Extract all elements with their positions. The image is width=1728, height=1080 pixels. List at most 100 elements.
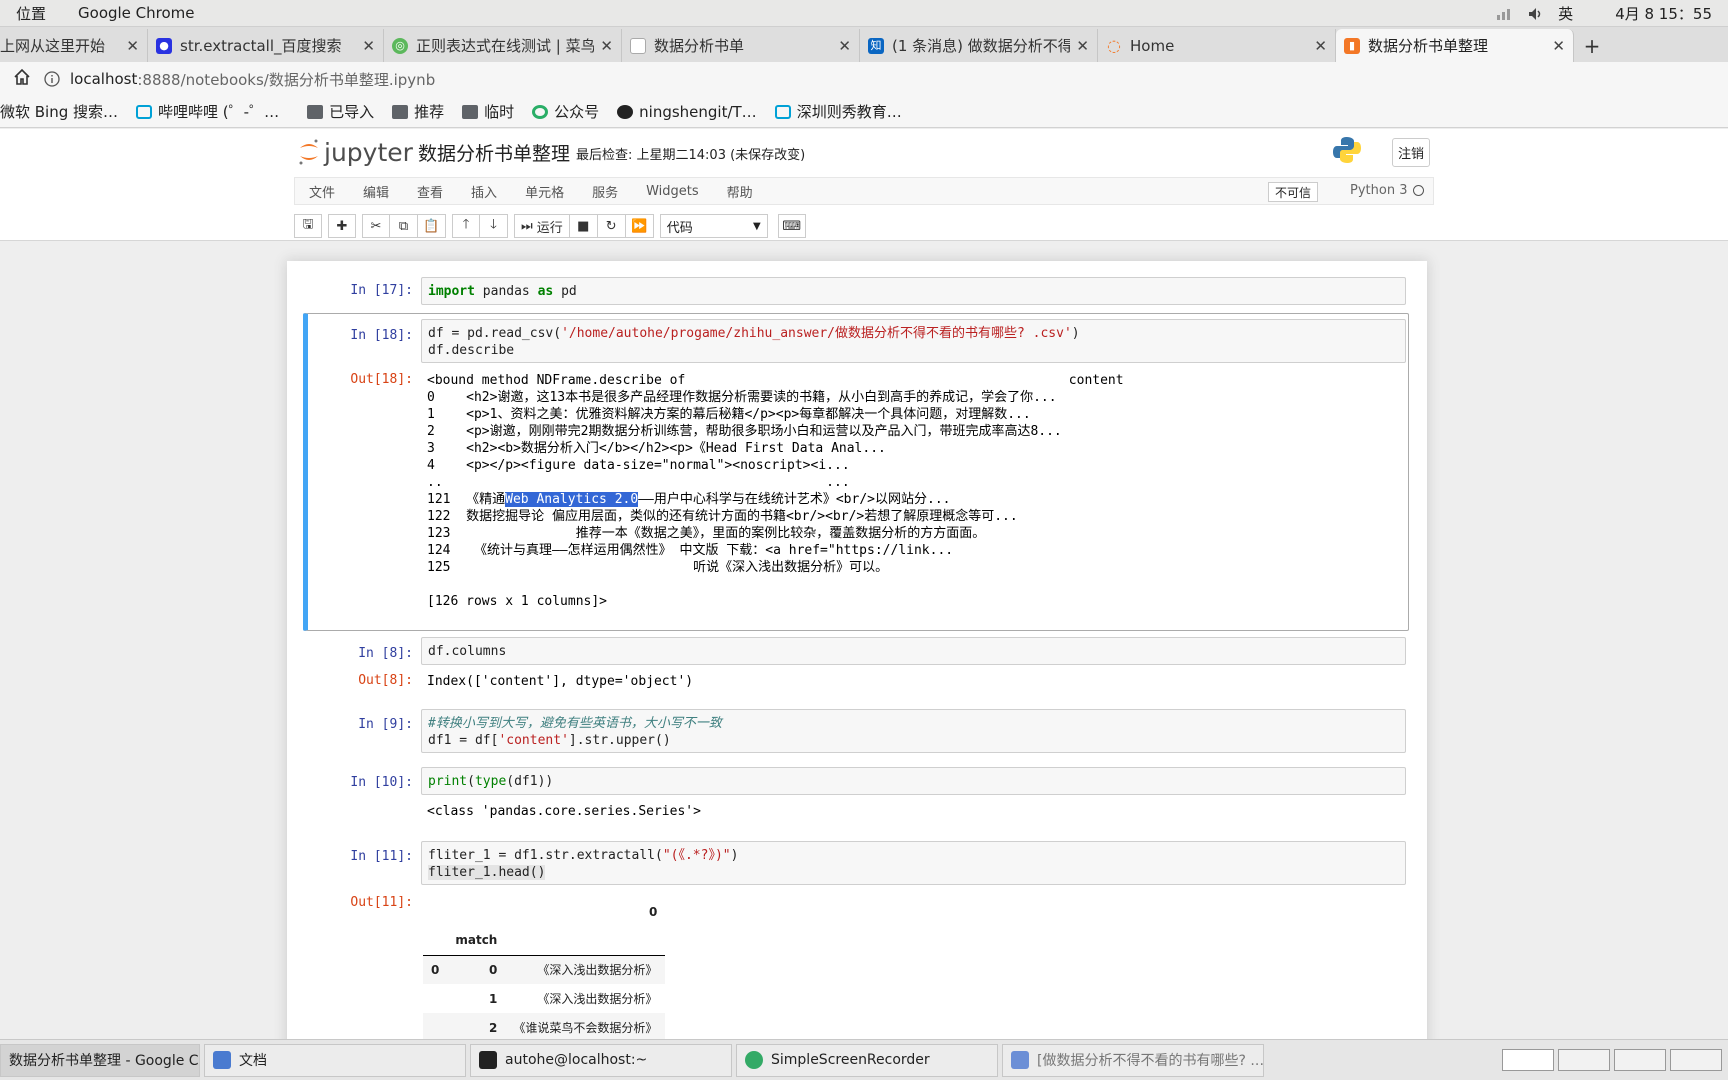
app-menu[interactable]: Google Chrome xyxy=(62,4,211,22)
logout-button[interactable]: 注销 xyxy=(1392,138,1430,167)
bookmark-shenzhen[interactable]: 深圳则秀教育… xyxy=(774,101,902,122)
taskbar-label: 文档 xyxy=(239,1053,267,1069)
taskbar-terminal[interactable]: autohe@localhost:~ xyxy=(470,1043,732,1077)
tab-regex-test[interactable]: ◎ 正则表达式在线测试 | 菜鸟 ✕ xyxy=(384,29,622,62)
github-icon xyxy=(617,104,634,119)
network-icon[interactable] xyxy=(1496,7,1514,21)
close-icon[interactable]: ✕ xyxy=(1552,37,1565,55)
taskbar-documents[interactable]: 文档 xyxy=(204,1043,466,1077)
close-icon[interactable]: ✕ xyxy=(362,37,375,55)
paste-button[interactable]: 📋 xyxy=(418,214,446,238)
tab-title: 上网从这里开始 xyxy=(0,37,106,55)
trust-indicator[interactable]: 不可信 xyxy=(1268,182,1319,202)
bookmark-folder-temp[interactable]: 临时 xyxy=(462,101,514,122)
menu-widgets[interactable]: Widgets xyxy=(632,184,713,199)
tab-notebook-active[interactable]: ▮ 数据分析书单整理 ✕ xyxy=(1336,29,1574,62)
move-up-button[interactable]: 🡑 xyxy=(452,214,480,238)
close-icon[interactable]: ✕ xyxy=(126,37,139,55)
jupyter-icon: ◌ xyxy=(1107,35,1121,55)
run-button[interactable]: ⏭ 运行 xyxy=(514,214,570,238)
fast-forward-icon: ⏩ xyxy=(631,218,648,234)
workspace-3[interactable] xyxy=(1614,1049,1666,1071)
bookmark-github[interactable]: ningshengit/T… xyxy=(617,103,757,121)
workspace-4[interactable] xyxy=(1670,1049,1722,1071)
code-cell-selected[interactable]: In [18]: df = pd.read_csv('/home/autohe/… xyxy=(303,313,1409,631)
home-button[interactable] xyxy=(0,68,44,91)
code-cell[interactable]: In [17]: import pandas as pd xyxy=(303,273,1409,309)
close-icon[interactable]: ✕ xyxy=(838,37,851,55)
taskbar-chrome[interactable]: 数据分析书单整理 - Google Chrome xyxy=(0,1043,200,1077)
code-cell[interactable]: In [8]: df.columns Out[8]: Index(['conte… xyxy=(303,635,1409,695)
code-input[interactable]: import pandas as pd xyxy=(421,277,1406,305)
notebook-scroll-area[interactable]: In [17]: import pandas as pd In [18]: df… xyxy=(0,241,1728,1039)
code-input[interactable]: print(type(df1)) xyxy=(421,767,1406,795)
tab-jupyter-home[interactable]: ◌ Home ✕ xyxy=(1098,29,1336,62)
code-input[interactable]: #转换小写到大写，避免有些英语书，大小写不一致 df1 = df['conten… xyxy=(421,709,1406,753)
taskbar-wps-doc[interactable]: [做数据分析不得不看的书有哪些? .… xyxy=(1002,1043,1264,1077)
close-icon[interactable]: ✕ xyxy=(1314,37,1327,55)
code-cell[interactable]: In [11]: fliter_1 = df1.str.extractall("… xyxy=(303,839,1409,1039)
table-row: 0 0 《深入浅出数据分析》 xyxy=(423,955,666,984)
bookmark-bing[interactable]: 微软 Bing 搜索… xyxy=(0,101,118,122)
new-tab-button[interactable]: + xyxy=(1574,29,1610,62)
tab-zhihu[interactable]: 知 (1 条消息) 做数据分析不得 ✕ xyxy=(860,29,1098,62)
taskbar-screen-recorder[interactable]: SimpleScreenRecorder xyxy=(736,1043,998,1077)
terminal-icon xyxy=(479,1051,497,1069)
selected-text[interactable]: Web Analytics 2.0 xyxy=(505,492,639,507)
info-icon[interactable] xyxy=(44,71,60,87)
code-input[interactable]: df = pd.read_csv('/home/autohe/progame/z… xyxy=(421,319,1406,363)
wechat-icon xyxy=(532,104,549,119)
output-line: .. ... xyxy=(427,475,850,490)
selected-code-line[interactable]: fliter_1.head() xyxy=(428,865,546,880)
code-input[interactable]: fliter_1 = df1.str.extractall("(《.*?》)")… xyxy=(421,841,1406,885)
bookmark-label: ningshengit/T… xyxy=(639,102,757,121)
bookmark-wechat[interactable]: 公众号 xyxy=(532,101,599,122)
bookmark-bilibili[interactable]: 哔哩哔哩 (゜-゜… xyxy=(136,101,279,122)
restart-button[interactable]: ↻ xyxy=(597,214,626,238)
bookmarks-bar: 微软 Bing 搜索… 哔哩哔哩 (゜-゜… 已导入 推荐 临时 公众号 nin… xyxy=(0,96,1728,128)
command-palette-button[interactable]: ⌨ xyxy=(777,214,806,238)
menu-insert[interactable]: 插入 xyxy=(457,182,511,201)
insert-cell-button[interactable]: ✚ xyxy=(328,214,356,238)
move-down-button[interactable]: 🡓 xyxy=(480,214,508,238)
menu-kernel[interactable]: 服务 xyxy=(578,182,632,201)
notebook-name[interactable]: 数据分析书单整理 xyxy=(418,139,570,166)
clock[interactable]: 4月 8 15：55 xyxy=(1615,3,1712,24)
save-button[interactable]: 🖫 xyxy=(294,214,322,238)
menu-edit[interactable]: 编辑 xyxy=(349,182,403,201)
ime-indicator[interactable]: 英 xyxy=(1558,3,1573,24)
bookmark-folder-imported[interactable]: 已导入 xyxy=(307,101,374,122)
code-input[interactable]: df.columns xyxy=(421,637,1406,665)
jupyter-logo[interactable]: jupyter xyxy=(298,137,413,167)
tab-booklist[interactable]: 数据分析书单 ✕ xyxy=(622,29,860,62)
bookmark-folder-recommended[interactable]: 推荐 xyxy=(392,101,444,122)
copy-button[interactable]: ⧉ xyxy=(390,214,418,238)
menu-cell[interactable]: 单元格 xyxy=(511,182,578,201)
kernel-name: Python 3 xyxy=(1350,183,1408,198)
system-top-bar: 位置 Google Chrome 英 4月 8 15：55 xyxy=(0,0,1728,27)
code-cell[interactable]: In [9]: #转换小写到大写，避免有些英语书，大小写不一致 df1 = df… xyxy=(303,705,1409,753)
cell-type-select[interactable]: 代码 ▼ xyxy=(659,214,768,238)
interrupt-button[interactable]: ■ xyxy=(569,214,598,238)
restart-run-all-button[interactable]: ⏩ xyxy=(625,214,654,238)
url-field[interactable]: localhost:8888/notebooks/数据分析书单整理.ipynb xyxy=(44,69,435,90)
code-comment: #转换小写到大写，避免有些英语书，大小写不一致 xyxy=(428,716,722,731)
menu-file[interactable]: 文件 xyxy=(295,182,349,201)
browser-tab-strip: 上网从这里开始 ✕ ● str.extractall_百度搜索 ✕ ◎ 正则表达… xyxy=(0,27,1728,62)
workspace-1[interactable] xyxy=(1502,1049,1554,1071)
code-cell[interactable]: In [10]: print(type(df1)) <class 'pandas… xyxy=(303,765,1409,825)
wps-icon xyxy=(1011,1051,1029,1069)
kernel-indicator: Python 3 xyxy=(1350,183,1425,198)
cut-button[interactable]: ✂ xyxy=(362,214,390,238)
taskbar-label: autohe@localhost:~ xyxy=(505,1052,648,1068)
menu-help[interactable]: 帮助 xyxy=(713,182,767,201)
workspace-2[interactable] xyxy=(1558,1049,1610,1071)
menu-view[interactable]: 查看 xyxy=(403,182,457,201)
tab-baidu-search[interactable]: ● str.extractall_百度搜索 ✕ xyxy=(148,29,384,62)
close-icon[interactable]: ✕ xyxy=(1076,37,1089,55)
tab-start-page[interactable]: 上网从这里开始 ✕ xyxy=(0,29,148,62)
places-menu[interactable]: 位置 xyxy=(0,3,62,24)
volume-icon[interactable] xyxy=(1528,7,1544,21)
close-icon[interactable]: ✕ xyxy=(600,37,613,55)
save-icon: 🖫 xyxy=(302,217,314,232)
